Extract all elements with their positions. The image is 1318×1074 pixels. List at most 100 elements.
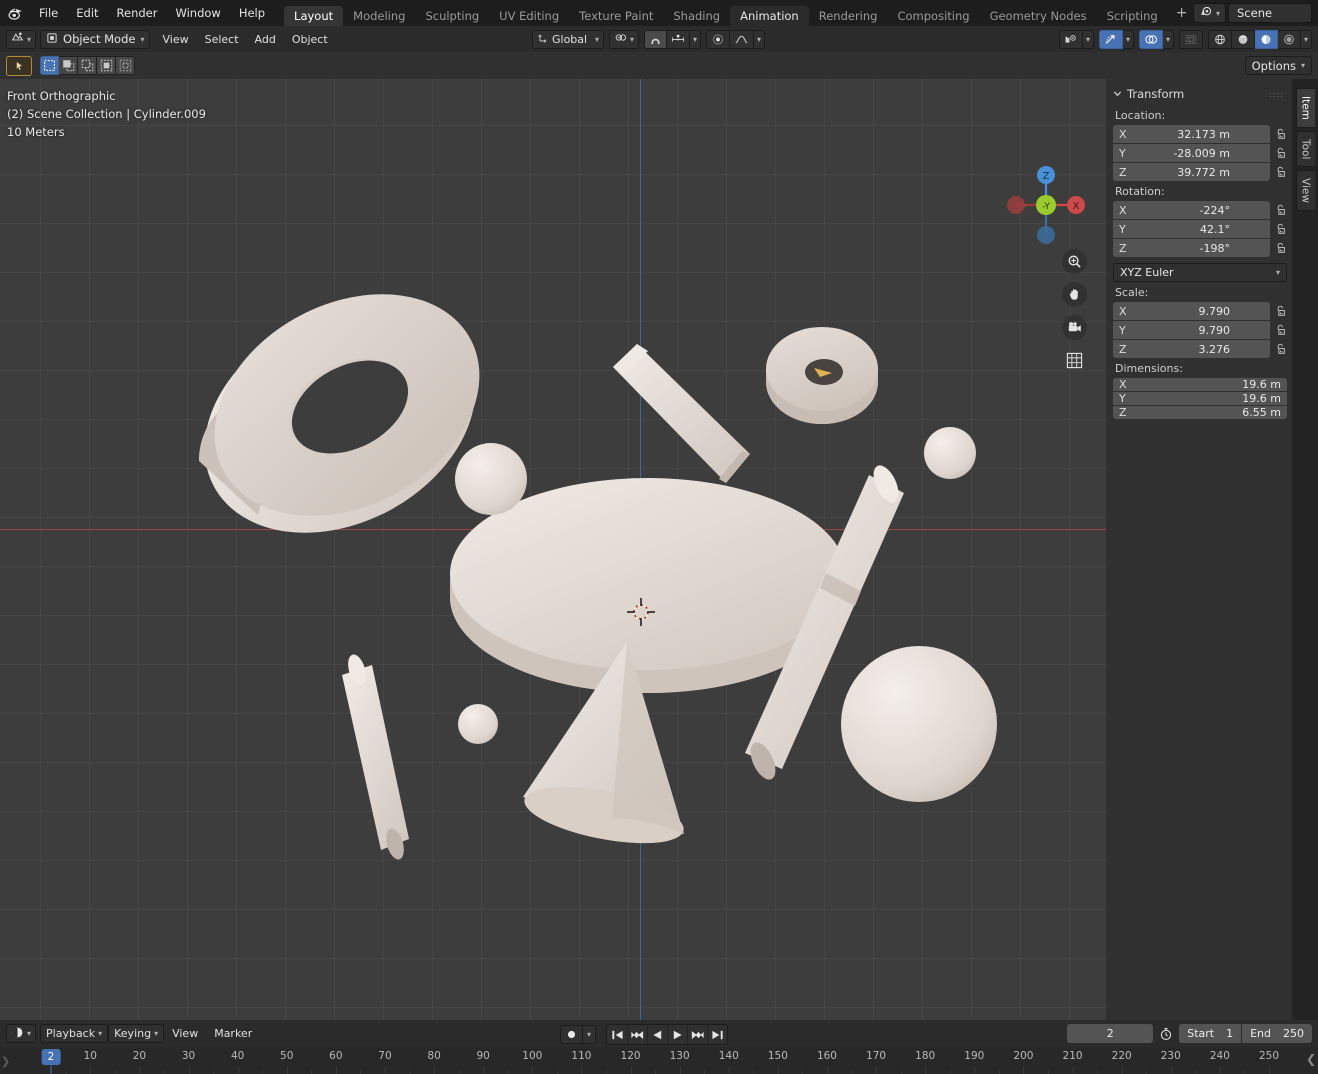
viewport-menu-add[interactable]: Add — [247, 30, 284, 49]
snap-dropdown[interactable]: ▾ — [690, 30, 701, 49]
proportional-edit-toggle[interactable] — [706, 30, 730, 49]
overlays-dropdown[interactable]: ▾ — [1163, 30, 1174, 49]
workspace-tab-texture-paint[interactable]: Texture Paint — [569, 6, 663, 26]
shading-dropdown[interactable]: ▾ — [1301, 30, 1312, 49]
options-button[interactable]: Options ▾ — [1245, 56, 1312, 75]
unlocked-icon[interactable] — [1273, 221, 1287, 237]
workspace-tab-compositing[interactable]: Compositing — [887, 6, 979, 26]
workspace-tab-modeling[interactable]: Modeling — [343, 6, 415, 26]
shading-solid-button[interactable] — [1232, 30, 1255, 49]
proportional-falloff-selector[interactable] — [730, 30, 754, 49]
tweak-select-tool-icon[interactable] — [6, 56, 32, 76]
end-frame-field[interactable]: End 250 — [1242, 1024, 1312, 1043]
unlocked-icon[interactable] — [1273, 145, 1287, 161]
play-reverse-icon[interactable] — [647, 1025, 667, 1044]
show-hide-icon[interactable] — [1059, 30, 1083, 49]
scl-field-z[interactable]: Z3.276 — [1113, 340, 1270, 358]
workspace-tab-shading[interactable]: Shading — [663, 6, 730, 26]
gizmo-toggle[interactable] — [1099, 30, 1123, 49]
sidebar-tab-tool[interactable]: Tool — [1296, 131, 1315, 167]
select-intersect-button[interactable] — [116, 56, 135, 75]
jump-to-prev-keyframe-icon[interactable] — [627, 1025, 647, 1044]
unlocked-icon[interactable] — [1273, 240, 1287, 256]
jump-to-next-keyframe-icon[interactable] — [687, 1025, 707, 1044]
timeline-menu-view[interactable]: View — [164, 1024, 206, 1043]
timeline-ruler[interactable]: ❯ ❮ 102030405060708090100110120130140150… — [0, 1047, 1318, 1074]
workspace-tab-animation[interactable]: Animation — [730, 6, 809, 26]
timeline-menu-marker[interactable]: Marker — [206, 1024, 260, 1043]
rot-field-y[interactable]: Y42.1° — [1113, 220, 1270, 238]
topbar-menu-render[interactable]: Render — [108, 0, 167, 26]
unlocked-icon[interactable] — [1273, 303, 1287, 319]
scene-name-field[interactable]: Scene — [1228, 3, 1312, 23]
pan-hand-icon[interactable] — [1062, 282, 1087, 307]
chevron-down-icon[interactable] — [1113, 87, 1122, 101]
jump-to-end-icon[interactable] — [707, 1025, 727, 1044]
gizmo-dropdown[interactable]: ▾ — [1123, 30, 1134, 49]
drag-grip-icon[interactable]: :::: — [1269, 90, 1284, 99]
snap-target-selector[interactable]: ▾ — [609, 30, 639, 49]
snap-magnet-toggle[interactable] — [644, 30, 667, 49]
select-box-button[interactable] — [40, 56, 59, 75]
camera-icon[interactable] — [1062, 315, 1087, 340]
select-subtract-button[interactable] — [78, 56, 97, 75]
auto-keying-dropdown[interactable]: ▾ — [583, 1025, 596, 1044]
start-frame-field[interactable]: Start 1 — [1179, 1024, 1241, 1043]
play-icon[interactable] — [667, 1025, 687, 1044]
topbar-menu-file[interactable]: File — [30, 0, 67, 26]
sidebar-tab-view[interactable]: View — [1296, 170, 1315, 211]
blender-logo-icon[interactable] — [0, 0, 30, 26]
timeline-menu-keying[interactable]: Keying▾ — [108, 1024, 164, 1043]
viewport-menu-view[interactable]: View — [154, 30, 196, 49]
workspace-tab-sculpting[interactable]: Sculpting — [415, 6, 489, 26]
editor-type-selector[interactable]: ▾ — [6, 30, 36, 49]
topbar-menu-window[interactable]: Window — [166, 0, 229, 26]
workspace-tab-uv-editing[interactable]: UV Editing — [489, 6, 569, 26]
scene-data-browse-button[interactable]: ▾ — [1193, 3, 1226, 23]
scl-field-x[interactable]: X9.790 — [1113, 302, 1270, 320]
sidebar-tab-item[interactable]: Item — [1296, 88, 1315, 128]
jump-to-start-icon[interactable] — [607, 1025, 627, 1044]
loc-field-y[interactable]: Y-28.009 m — [1113, 144, 1270, 162]
shading-material-preview-button[interactable] — [1255, 30, 1278, 49]
current-frame-field[interactable]: 2 — [1067, 1024, 1153, 1043]
view-axis-gizmo[interactable]: Z X -Y — [1000, 159, 1092, 251]
3d-viewport[interactable]: Front Orthographic (2) Scene Collection … — [0, 79, 1106, 1020]
unlocked-icon[interactable] — [1273, 202, 1287, 218]
loc-field-x[interactable]: X32.173 m — [1113, 125, 1270, 143]
scroll-right-icon[interactable]: ❮ — [1306, 1052, 1316, 1066]
grid-ortho-icon[interactable] — [1062, 348, 1087, 373]
zoom-icon[interactable] — [1062, 249, 1087, 274]
visibility-dropdown[interactable]: ▾ — [1083, 30, 1094, 49]
dim-field-x[interactable]: X19.6 m — [1113, 378, 1287, 391]
use-preview-range-icon[interactable] — [1157, 1027, 1175, 1041]
workspace-tab-geometry-nodes[interactable]: Geometry Nodes — [980, 6, 1097, 26]
workspace-tab-rendering[interactable]: Rendering — [809, 6, 888, 26]
select-invert-button[interactable] — [97, 56, 116, 75]
workspace-tab-scripting[interactable]: Scripting — [1097, 6, 1168, 26]
interaction-mode-selector[interactable]: Object Mode ▾ — [40, 30, 150, 49]
rot-field-x[interactable]: X-224° — [1113, 201, 1270, 219]
unlocked-icon[interactable] — [1273, 341, 1287, 357]
shading-rendered-button[interactable] — [1278, 30, 1301, 49]
transform-orientation-selector[interactable]: Global ▾ — [532, 30, 604, 49]
timeline-menu-playback[interactable]: Playback▾ — [40, 1024, 108, 1043]
rotation-mode-selector[interactable]: XYZ Euler ▾ — [1113, 263, 1287, 282]
topbar-menu-edit[interactable]: Edit — [67, 0, 107, 26]
add-workspace-button[interactable]: + — [1168, 0, 1196, 26]
xray-toggle[interactable] — [1179, 30, 1203, 49]
status-expand-icon[interactable]: ❯ — [1, 1055, 10, 1068]
select-extend-button[interactable] — [59, 56, 78, 75]
scl-field-y[interactable]: Y9.790 — [1113, 321, 1270, 339]
rot-field-z[interactable]: Z-198° — [1113, 239, 1270, 257]
unlocked-icon[interactable] — [1273, 322, 1287, 338]
overlays-toggle[interactable] — [1139, 30, 1163, 49]
auto-keying-record-icon[interactable] — [560, 1025, 583, 1044]
timeline-editor-type-selector[interactable]: ▾ — [6, 1024, 36, 1043]
unlocked-icon[interactable] — [1273, 164, 1287, 180]
playhead-label[interactable]: 2 — [42, 1049, 61, 1065]
shading-wireframe-button[interactable] — [1208, 30, 1232, 49]
dim-field-z[interactable]: Z6.55 m — [1113, 406, 1287, 419]
workspace-tab-layout[interactable]: Layout — [284, 6, 343, 26]
snap-mode-selector[interactable] — [667, 30, 690, 49]
